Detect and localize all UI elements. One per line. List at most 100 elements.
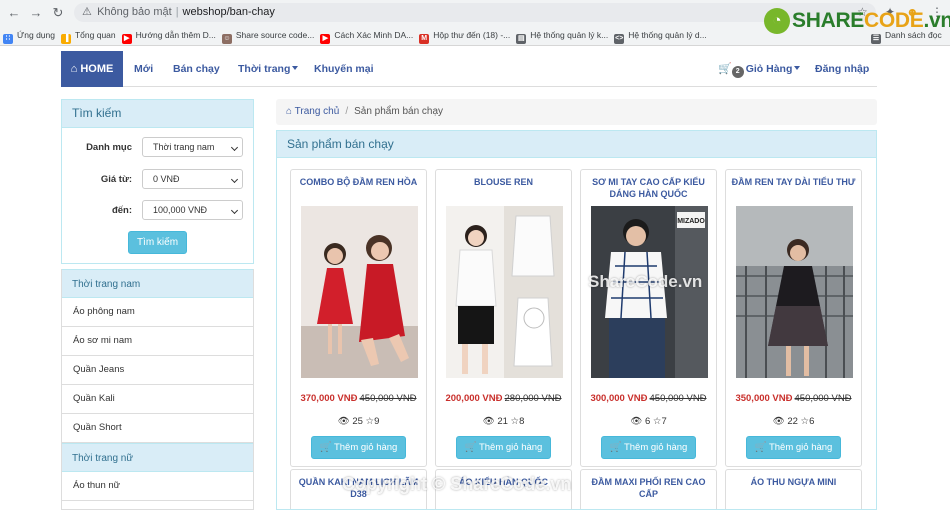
product-name[interactable]: SƠ MI TAY CAO CẤP KIỂU DÁNG HÀN QUỐC — [583, 176, 714, 204]
add-to-cart-button[interactable]: 🛒 Thêm giỏ hàng — [456, 436, 551, 459]
warning-icon: ⚠ — [82, 6, 92, 18]
back-arrow-icon[interactable]: ← — [6, 5, 22, 21]
url-text: webshop/ban-chay — [182, 6, 275, 18]
nav-ban-chay[interactable]: Bán chạy — [173, 51, 220, 87]
bookmark-item[interactable]: ▐ Tổng quan — [58, 26, 119, 44]
category-item[interactable]: Quần Kali — [62, 385, 253, 414]
bookmark-item[interactable]: <> Hệ thống quản lý d... — [611, 26, 709, 44]
security-label: Không bảo mật — [97, 6, 172, 18]
code-icon: <> — [614, 34, 625, 44]
category-item[interactable]: Quần Jeans — [62, 356, 253, 385]
product-card: ĐẦM MAXI PHỐI REN CAO CẤP — [580, 469, 717, 509]
product-stats: 👁 25 ☆9 — [291, 416, 426, 427]
add-to-cart-button[interactable]: 🛒 Thêm giỏ hàng — [601, 436, 696, 459]
category-group-title[interactable]: Thời trang nam — [62, 269, 253, 298]
category-item[interactable]: Áo phông nam — [62, 298, 253, 327]
price-to-label: đến: — [111, 205, 132, 216]
star-icon: ☆ — [510, 416, 520, 427]
product-old-price: 280,000 VNĐ — [504, 393, 562, 404]
add-to-cart-button[interactable]: 🛒 Thêm giỏ hàng — [746, 436, 841, 459]
product-name[interactable]: ÁO THU NGỰA MINI — [728, 476, 859, 488]
reload-icon[interactable]: ↻ — [50, 5, 66, 21]
site-navbar: ⌂ HOME Mới Bán chạy Thời trang Khuyến mạ… — [61, 51, 877, 87]
product-image[interactable]: MIZADO — [591, 206, 708, 378]
product-views: 22 — [787, 416, 798, 427]
gmail-icon: M — [419, 34, 430, 44]
product-image[interactable] — [736, 206, 853, 378]
breadcrumb-home[interactable]: ⌂ Trang chủ — [286, 106, 339, 117]
category-item[interactable]: Áo sơ mi nam — [62, 327, 253, 356]
price-from-select[interactable]: 0 VNĐ — [142, 169, 243, 189]
nav-cart[interactable]: 🛒 2 Giỏ Hàng — [718, 51, 801, 87]
address-bar[interactable]: ⚠ Không bảo mật | webshop/ban-chay — [74, 3, 876, 22]
logo-text: SHARE — [792, 9, 865, 32]
forward-arrow-icon[interactable]: → — [28, 5, 44, 21]
product-price: 200,000 VNĐ — [445, 393, 503, 404]
product-old-price: 450,000 VNĐ — [794, 393, 852, 404]
star-icon: ☆ — [365, 416, 375, 427]
product-old-price: 450,000 VNĐ — [649, 393, 707, 404]
breadcrumb-home-label: Trang chủ — [294, 106, 340, 117]
cart-icon: 🛒 — [609, 442, 622, 453]
product-views: 21 — [497, 416, 508, 427]
product-prices: 300,000 VNĐ 450,000 VNĐ — [581, 393, 716, 404]
product-stats: 👁 6 ☆7 — [581, 416, 716, 427]
chevron-down-icon — [230, 143, 239, 152]
product-image[interactable] — [446, 206, 563, 378]
product-name[interactable]: COMBO BỘ ĐẦM REN HỒA — [293, 176, 424, 204]
logo-mark-icon: ◔ — [764, 8, 790, 34]
breadcrumb: ⌂ Trang chủ / Sản phẩm bán chạy — [276, 99, 877, 125]
eye-icon: 👁 — [630, 416, 643, 427]
cart-icon: 🛒 — [464, 442, 477, 453]
product-stars: 8 — [519, 416, 525, 427]
bookmark-label: Hệ thống quản lý k... — [530, 30, 609, 40]
bookmark-item[interactable]: ▤ Hệ thống quản lý k... — [513, 26, 611, 44]
product-old-price: 450,000 VNĐ — [359, 393, 417, 404]
nav-home[interactable]: ⌂ HOME — [61, 51, 123, 87]
nav-moi[interactable]: Mới — [134, 51, 153, 87]
nav-thoi-trang[interactable]: Thời trang — [238, 51, 299, 87]
add-to-cart-label: Thêm giỏ hàng — [478, 442, 543, 453]
products-panel: Sản phẩm bán chạy COMBO BỘ ĐẦM REN HỒA 3… — [276, 130, 877, 510]
bookmark-label: Hộp thư đến (18) -... — [433, 30, 511, 40]
product-name[interactable]: ĐẦM MAXI PHỐI REN CAO CẤP — [583, 476, 714, 500]
category-item[interactable]: Quần Short — [62, 414, 253, 443]
product-card: BLOUSE REN 200,000 VNĐ 280,000 VNĐ 👁 21 ☆… — [435, 169, 572, 467]
product-stars: 7 — [661, 416, 667, 427]
bookmark-label: Hệ thống quản lý d... — [628, 30, 707, 40]
logo-accent: CODE — [864, 9, 924, 32]
category-label: Danh mục — [86, 142, 132, 153]
product-image[interactable] — [301, 206, 418, 378]
bookmark-item[interactable]: ∷ Ứng dụng — [0, 26, 58, 44]
cart-count-badge: 2 — [731, 66, 744, 78]
product-name[interactable]: ĐẦM REN TAY DÀI TIỂU THƯ — [728, 176, 859, 204]
nav-login[interactable]: Đăng nhập — [815, 51, 869, 87]
category-item[interactable]: Áo thun nữ — [62, 472, 253, 501]
eye-icon: 👁 — [772, 416, 785, 427]
home-icon: ⌂ — [286, 106, 293, 117]
bookmark-item[interactable]: ☺ Share source code... — [219, 26, 317, 44]
category-group-title[interactable]: Thời trang nữ — [62, 443, 253, 472]
search-button[interactable]: Tìm kiếm — [128, 231, 187, 254]
product-card: COMBO BỘ ĐẦM REN HỒA 370,000 VNĐ 450,000 … — [290, 169, 427, 467]
price-from-value: 0 VNĐ — [153, 174, 180, 184]
category-panel: Thời trang nam Áo phông nam Áo sơ mi nam… — [61, 269, 254, 510]
add-to-cart-label: Thêm giỏ hàng — [768, 442, 833, 453]
bookmark-item[interactable]: M Hộp thư đến (18) -... — [416, 26, 513, 44]
nav-thoi-trang-label: Thời trang — [238, 63, 291, 75]
sharecode-logo: ◔ SHARECODE.vn — [764, 8, 950, 42]
search-panel: Tìm kiếm Danh mục Thời trang nam Giá từ:… — [61, 99, 254, 264]
bookmark-label: Hướng dẫn thêm D... — [135, 30, 216, 40]
nav-khuyen-mai[interactable]: Khuyến mại — [314, 51, 374, 87]
bookmark-label: Cách Xác Minh DA... — [334, 30, 414, 40]
bookmark-item[interactable]: ▶ Cách Xác Minh DA... — [317, 26, 416, 44]
product-prices: 370,000 VNĐ 450,000 VNĐ — [291, 393, 426, 404]
price-to-select[interactable]: 100,000 VNĐ — [142, 200, 243, 220]
bookmark-item[interactable]: ▶ Hướng dẫn thêm D... — [119, 26, 219, 44]
logo-tail: .vn — [923, 9, 950, 32]
category-select[interactable]: Thời trang nam — [142, 137, 243, 157]
breadcrumb-current: Sản phẩm bán chạy — [354, 106, 444, 117]
add-to-cart-button[interactable]: 🛒 Thêm giỏ hàng — [311, 436, 406, 459]
product-name[interactable]: BLOUSE REN — [438, 176, 569, 204]
product-price: 370,000 VNĐ — [300, 393, 358, 404]
